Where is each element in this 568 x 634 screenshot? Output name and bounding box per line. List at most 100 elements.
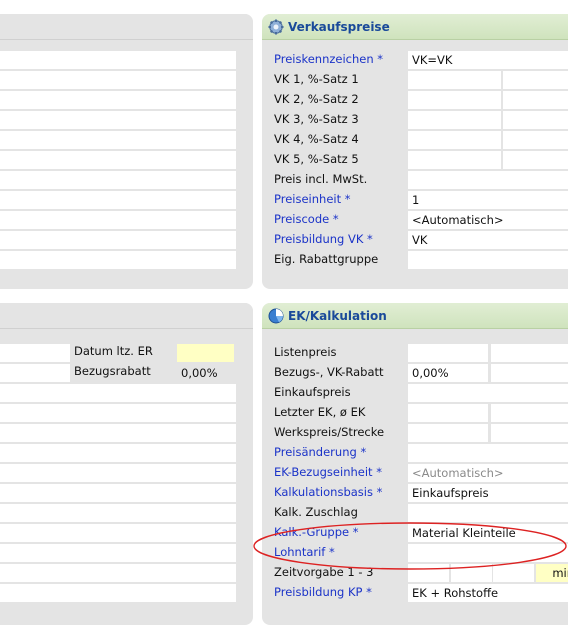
ek-label-ek-bezugseinheit: EK-Bezugseinheit *: [274, 465, 382, 479]
ek-label-letzter-ek-ek: Letzter EK, ø EK: [274, 405, 366, 419]
ek-second-field-bezugs-vk-rabatt[interactable]: [491, 364, 568, 382]
left-lower-field-row[interactable]: [0, 564, 236, 582]
vk-field-preisbildung-vk[interactable]: VK: [408, 231, 568, 249]
ek-label-kalkulationsbasis: Kalkulationsbasis *: [274, 485, 383, 499]
vk-row-preisbildung-vk: Preisbildung VK * VK: [262, 230, 568, 250]
vk-field-vk-2-satz-2[interactable]: [408, 91, 501, 109]
ek-label-einkaufspreis: Einkaufspreis: [274, 385, 351, 399]
highlight-ellipse: [253, 522, 567, 570]
ek-row-kalkulationsbasis: Kalkulationsbasis * Einkaufspreis: [262, 483, 568, 503]
ek-field-preis-nderung[interactable]: [408, 444, 568, 462]
left-upper-field-row[interactable]: [0, 131, 236, 149]
left-lower-field-row[interactable]: [0, 404, 236, 422]
vk-row-vk-3-satz-3: VK 3, %-Satz 3: [262, 110, 568, 130]
left-lower-field-row[interactable]: [0, 344, 70, 362]
left-lower-field-row[interactable]: [0, 484, 236, 502]
vk-row-preiseinheit: Preiseinheit * 1: [262, 190, 568, 210]
vk-percent-field-vk-4-satz-4[interactable]: [503, 131, 568, 149]
vk-row-vk-1-satz-1: VK 1, %-Satz 1: [262, 70, 568, 90]
ek-field-letzter-ek-ek[interactable]: [408, 404, 488, 422]
vk-field-preis-incl-mwst[interactable]: [408, 171, 568, 189]
left-lower-field-row[interactable]: [0, 544, 236, 562]
ek-second-field-letzter-ek-ek[interactable]: [491, 404, 568, 422]
ek-label-preisbildung-kp: Preisbildung KP *: [274, 585, 372, 599]
ek-kalkulation-panel: EK/Kalkulation Listenpreis Bezugs-, VK-Ra…: [262, 303, 568, 625]
vk-field-vk-4-satz-4[interactable]: [408, 131, 501, 149]
ek-kalkulation-header[interactable]: EK/Kalkulation: [262, 303, 568, 329]
vk-field-vk-1-satz-1[interactable]: [408, 71, 501, 89]
left-lower-field-row[interactable]: [0, 504, 236, 522]
left-upper-field-row[interactable]: [0, 251, 236, 269]
ek-second-field-werkspreis-strecke[interactable]: [491, 424, 568, 442]
left-upper-panel-header: [0, 14, 253, 40]
vk-label-vk-3-satz-3: VK 3, %-Satz 3: [274, 112, 359, 126]
verkaufspreise-header[interactable]: Verkaufspreise: [262, 14, 568, 40]
left-lower-field-row[interactable]: [0, 464, 236, 482]
vk-row-preiskennzeichen: Preiskennzeichen * VK=VK: [262, 50, 568, 70]
vk-row-vk-4-satz-4: VK 4, %-Satz 4: [262, 130, 568, 150]
ek-second-field-listenpreis[interactable]: [491, 344, 568, 362]
ek-field-kalkulationsbasis[interactable]: Einkaufspreis: [408, 484, 568, 502]
ek-row-preisbildung-kp: Preisbildung KP * EK + Rohstoffe: [262, 583, 568, 603]
ek-field-werkspreis-strecke[interactable]: [408, 424, 488, 442]
vk-label-preiskennzeichen: Preiskennzeichen *: [274, 52, 384, 66]
vk-field-eig-rabattgruppe[interactable]: [408, 251, 568, 269]
vk-field-vk-5-satz-5[interactable]: [408, 151, 501, 169]
vk-label-vk-1-satz-1: VK 1, %-Satz 1: [274, 72, 359, 86]
left-upper-field-row[interactable]: [0, 111, 236, 129]
vk-percent-field-vk-5-satz-5[interactable]: [503, 151, 568, 169]
left-upper-field-row[interactable]: [0, 191, 236, 209]
datum-ltz-er-field[interactable]: [177, 344, 234, 362]
left-upper-field-row[interactable]: [0, 91, 236, 109]
vk-percent-field-vk-3-satz-3[interactable]: [503, 111, 568, 129]
left-lower-field-row[interactable]: [0, 364, 70, 382]
left-lower-field-row[interactable]: [0, 384, 236, 402]
ek-row-letzter-ek-ek: Letzter EK, ø EK: [262, 403, 568, 423]
left-upper-field-row[interactable]: [0, 151, 236, 169]
ek-field-bezugs-vk-rabatt[interactable]: 0,00%: [408, 364, 488, 382]
vk-row-vk-5-satz-5: VK 5, %-Satz 5: [262, 150, 568, 170]
left-upper-field-row[interactable]: [0, 51, 236, 69]
vk-field-preiskennzeichen[interactable]: VK=VK: [408, 51, 568, 69]
ek-row-listenpreis: Listenpreis: [262, 343, 568, 363]
vk-row-eig-rabattgruppe: Eig. Rabattgruppe: [262, 250, 568, 270]
vk-label-vk-5-satz-5: VK 5, %-Satz 5: [274, 152, 359, 166]
ek-row-werkspreis-strecke: Werkspreis/Strecke: [262, 423, 568, 443]
left-upper-field-row[interactable]: [0, 231, 236, 249]
ek-field-ek-bezugseinheit[interactable]: <Automatisch>: [408, 464, 568, 482]
ek-label-bezugs-vk-rabatt: Bezugs-, VK-Rabatt: [274, 365, 384, 379]
ek-field-listenpreis[interactable]: [408, 344, 488, 362]
vk-percent-field-vk-1-satz-1[interactable]: [503, 71, 568, 89]
vk-field-preiseinheit[interactable]: 1: [408, 191, 568, 209]
vk-percent-field-vk-2-satz-2[interactable]: [503, 91, 568, 109]
vk-row-preiscode: Preiscode * <Automatisch>: [262, 210, 568, 230]
left-lower-field-row[interactable]: [0, 424, 236, 442]
left-upper-panel: [0, 14, 253, 289]
left-upper-field-row[interactable]: [0, 211, 236, 229]
bezugsrabatt-field[interactable]: 0,00%: [177, 364, 234, 382]
ek-label-werkspreis-strecke: Werkspreis/Strecke: [274, 425, 385, 439]
ek-field-einkaufspreis[interactable]: [408, 384, 568, 402]
vk-field-vk-3-satz-3[interactable]: [408, 111, 501, 129]
ek-row-bezugs-vk-rabatt: Bezugs-, VK-Rabatt 0,00%: [262, 363, 568, 383]
ek-row-einkaufspreis: Einkaufspreis: [262, 383, 568, 403]
left-lower-field-row[interactable]: [0, 444, 236, 462]
vk-label-eig-rabattgruppe: Eig. Rabattgruppe: [274, 252, 379, 266]
ek-label-listenpreis: Listenpreis: [274, 345, 337, 359]
vk-row-preis-incl-mwst: Preis incl. MwSt.: [262, 170, 568, 190]
datum-ltz-er-label: Datum ltz. ER: [74, 344, 153, 358]
left-lower-field-row[interactable]: [0, 524, 236, 542]
gear-icon: [268, 19, 284, 35]
ek-field-preisbildung-kp[interactable]: EK + Rohstoffe: [408, 584, 568, 602]
vk-field-preiscode[interactable]: <Automatisch>: [408, 211, 568, 229]
left-lower-field-row[interactable]: [0, 584, 236, 602]
left-upper-field-row[interactable]: [0, 71, 236, 89]
vk-label-vk-4-satz-4: VK 4, %-Satz 4: [274, 132, 359, 146]
vk-label-vk-2-satz-2: VK 2, %-Satz 2: [274, 92, 359, 106]
left-upper-field-row[interactable]: [0, 171, 236, 189]
vk-label-preisbildung-vk: Preisbildung VK *: [274, 232, 373, 246]
vk-label-preiscode: Preiscode *: [274, 212, 339, 226]
vk-row-vk-2-satz-2: VK 2, %-Satz 2: [262, 90, 568, 110]
verkaufspreise-title: Verkaufspreise: [288, 19, 390, 34]
left-lower-panel-header: [0, 303, 253, 329]
